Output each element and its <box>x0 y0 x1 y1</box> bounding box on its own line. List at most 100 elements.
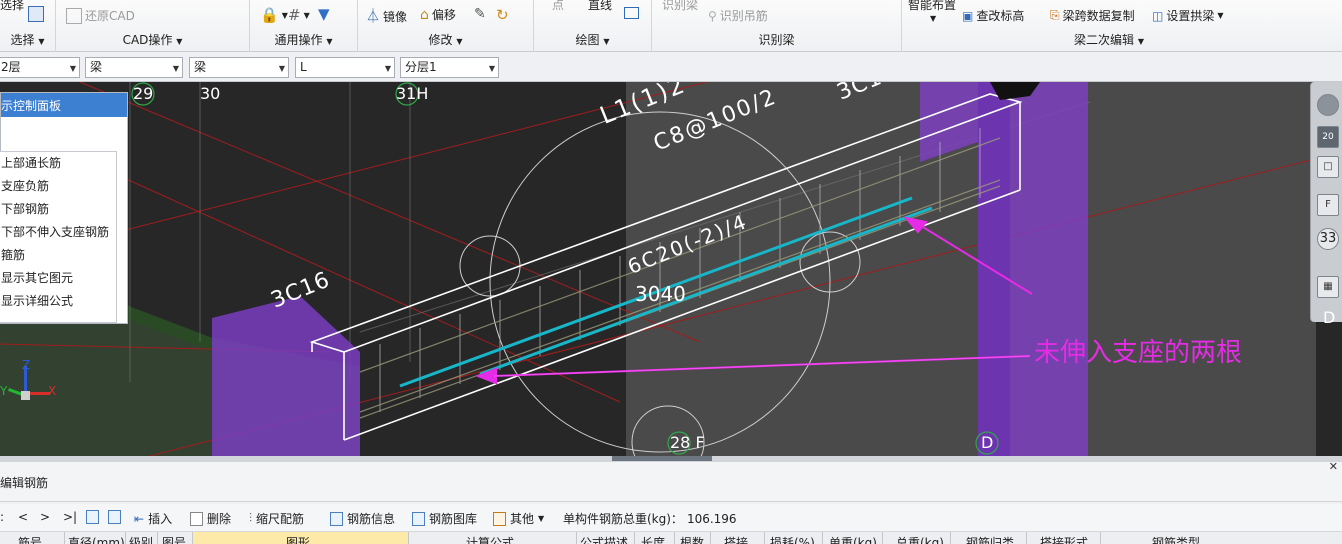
mirror-button[interactable]: ⏃ 镜像 <box>366 6 407 26</box>
name-select[interactable]: L ▼ <box>295 57 395 78</box>
move-up-button[interactable] <box>86 510 99 524</box>
col-bar-no[interactable]: 筋号 <box>18 534 42 544</box>
chevron-down-icon: ▼ <box>384 64 391 73</box>
nav-prev-button[interactable]: < <box>18 510 28 524</box>
rect-button[interactable] <box>624 7 639 19</box>
control-panel-title[interactable]: 示控制面板 <box>1 93 127 117</box>
delete-button[interactable]: 删除 <box>190 510 231 527</box>
close-icon[interactable]: ✕ <box>1329 460 1338 473</box>
nav-first-button[interactable]: : <box>0 510 4 524</box>
col-shape[interactable]: 图形 <box>286 534 310 544</box>
control-item-formula[interactable]: 显示详细公式 <box>0 290 116 313</box>
col-figure-no[interactable]: 图号 <box>162 534 186 544</box>
axis-label-30: 30 <box>200 84 221 103</box>
smart-layout-dropdown[interactable]: ▼ <box>930 14 936 23</box>
control-panel-list: 上部通长筋 支座负筋 下部钢筋 下部不伸入支座钢筋 箍筋 显示其它图元 显示详细… <box>0 151 117 323</box>
offset-button[interactable]: ⌂ 偏移 <box>420 6 456 23</box>
total-weight-value: 106.196 <box>686 511 737 526</box>
col-formula[interactable]: 计算公式 <box>466 534 514 544</box>
grid-button[interactable]: # ▼ <box>288 6 310 24</box>
floor-value: 2层 <box>1 60 21 74</box>
edit-button[interactable]: ✎ <box>474 6 486 22</box>
col-unit-weight[interactable]: 单重(kg) <box>829 534 877 544</box>
splitter-grip[interactable] <box>612 456 712 461</box>
rotate-button[interactable]: ↻ <box>496 6 509 24</box>
type-select[interactable]: 梁 ▼ <box>189 57 289 78</box>
select-partial-text: 选择 <box>0 0 25 12</box>
col-formula-desc[interactable]: 公式描述 <box>580 534 628 544</box>
offset-icon: ⌂ <box>420 6 429 23</box>
label-length: 3040 <box>635 282 686 306</box>
axis-y: Y <box>0 384 8 398</box>
identify-stirrup-button[interactable]: ⚲ 识别吊筋 <box>708 7 768 24</box>
line-button[interactable]: 直线 <box>588 0 612 13</box>
restore-cad-button[interactable]: 还原CAD <box>66 7 135 24</box>
col-rebar-type[interactable]: 钢筋类型 <box>1152 534 1200 544</box>
group-general-label[interactable]: 通用操作 ▼ <box>250 31 357 48</box>
col-lap-form[interactable]: 搭接形式 <box>1040 534 1088 544</box>
col-category[interactable]: 钢筋归类 <box>966 534 1014 544</box>
filter-button[interactable]: ▼ <box>318 5 330 23</box>
orbit-icon[interactable] <box>1317 94 1339 116</box>
sublayer-select[interactable]: 分层1 ▼ <box>400 57 499 78</box>
span-copy-label: 梁跨数据复制 <box>1062 9 1135 23</box>
select-icon[interactable] <box>28 6 44 22</box>
group-draw-label[interactable]: 绘图 ▼ <box>534 31 651 48</box>
axis-z: Z <box>22 358 31 372</box>
box-view-icon[interactable]: □ <box>1317 156 1339 178</box>
control-item-bottom-rebar[interactable]: 下部钢筋 <box>0 198 116 221</box>
other-button[interactable]: 其他 ▼ <box>493 510 544 527</box>
front-view-icon[interactable]: F <box>1317 194 1339 216</box>
col-count[interactable]: 根数 <box>680 534 704 544</box>
offset-label: 偏移 <box>431 8 456 22</box>
nav-next-button[interactable]: > <box>40 510 50 524</box>
floor-select[interactable]: 2层 ▼ <box>0 57 80 78</box>
display-control-panel[interactable]: 示控制面板 上部通长筋 支座负筋 下部钢筋 下部不伸入支座钢筋 箍筋 显示其它图… <box>0 92 128 324</box>
edit-icon: ✎ <box>474 6 486 22</box>
restore-cad-icon <box>66 7 82 24</box>
insert-button[interactable]: ⇤ 插入 <box>134 510 172 527</box>
grid-view-icon[interactable]: ▦ <box>1317 276 1339 298</box>
column-right-face <box>978 82 1010 456</box>
col-length[interactable]: 长度 <box>641 534 665 544</box>
change-elevation-button[interactable]: ▣ 查改标高 <box>962 7 1024 24</box>
group-cad-label[interactable]: CAD操作 ▼ <box>56 31 249 48</box>
lock-button[interactable]: 🔒 ▼ <box>260 6 288 24</box>
col-loss[interactable]: 损耗(%) <box>770 534 815 544</box>
rebar-info-button[interactable]: 钢筋信息 <box>330 510 395 527</box>
control-item-stirrup[interactable]: 箍筋 <box>0 244 116 267</box>
set-arch-button[interactable]: ◫ 设置拱梁 ▼ <box>1152 7 1224 24</box>
point-button[interactable]: 点 <box>552 0 564 13</box>
col-grade[interactable]: 级别 <box>129 534 153 544</box>
arrow-down-icon <box>108 510 121 524</box>
stirrup-icon: ⚲ <box>708 8 717 23</box>
group-modify-label[interactable]: 修改 ▼ <box>358 31 533 48</box>
group-select-label[interactable]: 选择 ▼ <box>0 31 55 48</box>
view-tool-strip: 20 □ F 33 ▦ D <box>1310 82 1342 327</box>
rebar-lib-button[interactable]: 钢筋图库 <box>412 510 477 527</box>
filter-icon: ▼ <box>318 5 330 23</box>
smart-layout-button[interactable]: 智能布置 <box>908 0 956 13</box>
level-icon[interactable]: 20 <box>1317 126 1339 148</box>
nav-last-button[interactable]: >| <box>63 510 77 524</box>
control-item-top-through[interactable]: 上部通长筋 <box>0 152 116 175</box>
scale-rebar-label: 缩尺配筋 <box>256 512 305 526</box>
control-item-other-elements[interactable]: 显示其它图元 <box>0 267 116 290</box>
select-partial-label: 选择 <box>0 0 24 13</box>
col-total-weight[interactable]: 总重(kg) <box>896 534 944 544</box>
col-lap[interactable]: 搭接 <box>724 534 748 544</box>
scale-rebar-button[interactable]: ⫶ 缩尺配筋 <box>249 510 304 527</box>
category-select[interactable]: 梁 ▼ <box>85 57 183 78</box>
3d-viewport[interactable]: 3C16 3C16 L1(1)2 C8@100/2 6C20(-2)/4 304… <box>0 82 1342 456</box>
arch-icon: ◫ <box>1152 8 1164 23</box>
group-beam-edit-label[interactable]: 梁二次编辑 ▼ <box>1074 31 1326 48</box>
span-copy-button[interactable]: ⎘ 梁跨数据复制 <box>1050 7 1135 24</box>
identify-beam-top-button[interactable]: 识别梁 <box>662 0 698 13</box>
zoom-level-icon[interactable]: 33 <box>1317 228 1339 250</box>
move-down-button[interactable] <box>108 510 121 524</box>
col-diameter[interactable]: 直径(mm) <box>68 534 125 544</box>
control-item-bottom-non-anchored[interactable]: 下部不伸入支座钢筋 <box>0 221 116 244</box>
delete-label: 删除 <box>207 512 232 526</box>
group-beam-edit: 智能布置 ▼ ▣ 查改标高 ⎘ 梁跨数据复制 ◫ 设置拱梁 ▼ 梁二次编辑 ▼ <box>902 0 1326 52</box>
control-item-support-negative[interactable]: 支座负筋 <box>0 175 116 198</box>
